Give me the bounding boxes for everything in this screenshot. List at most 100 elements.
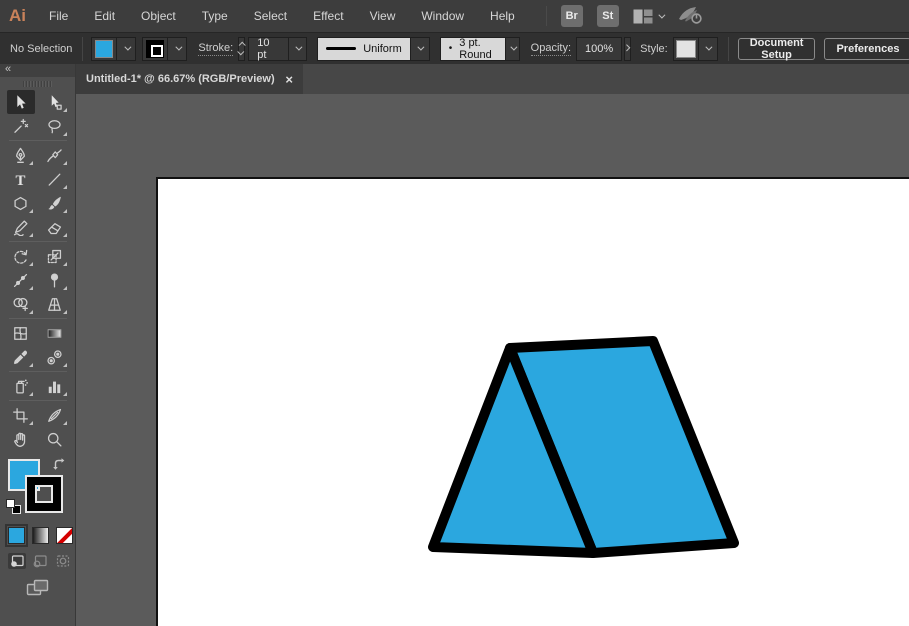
- tool-shape-builder[interactable]: [7, 292, 35, 316]
- tool-paintbrush[interactable]: [41, 191, 69, 215]
- document-tab[interactable]: Untitled-1* @ 66.67% (RGB/Preview) ×: [76, 64, 303, 94]
- draw-inside-button[interactable]: [54, 553, 72, 569]
- opacity-field[interactable]: 100%: [576, 37, 622, 61]
- tool-hand[interactable]: [7, 427, 35, 451]
- menu-item-select[interactable]: Select: [241, 0, 300, 32]
- tool-eraser[interactable]: [41, 215, 69, 239]
- chevron-down-icon: [510, 44, 517, 51]
- menu-item-help[interactable]: Help: [477, 0, 528, 32]
- tool-line-segment[interactable]: [41, 167, 69, 191]
- color-button[interactable]: [8, 527, 25, 544]
- workspace-switcher-icon: [633, 9, 653, 24]
- tool-puppet-warp[interactable]: [41, 268, 69, 292]
- swap-fill-stroke-icon[interactable]: [52, 457, 68, 478]
- chevron-down-icon: [706, 44, 713, 51]
- tool-pen[interactable]: [7, 143, 35, 167]
- width-profile-chevron[interactable]: [410, 38, 429, 60]
- tool-perspective-grid[interactable]: [41, 292, 69, 316]
- tool-shape[interactable]: [7, 191, 35, 215]
- tool-slice[interactable]: [41, 403, 69, 427]
- width-profile-thumbnail: [326, 47, 356, 50]
- fill-chevron[interactable]: [116, 38, 135, 60]
- workspace-switcher-button[interactable]: [633, 9, 663, 24]
- mesh-icon: [12, 325, 29, 342]
- launch-gpu-button[interactable]: [677, 5, 703, 28]
- menu-item-edit[interactable]: Edit: [81, 0, 128, 32]
- stroke-panel-link[interactable]: Stroke:: [198, 42, 233, 56]
- menubar-right: Br St: [546, 5, 703, 28]
- fill-swatch[interactable]: [95, 40, 113, 58]
- tool-direct-selection[interactable]: [41, 90, 69, 114]
- document-tab-title: Untitled-1* @ 66.67% (RGB/Preview): [86, 73, 279, 85]
- tools-panel-grip[interactable]: [0, 77, 75, 90]
- menu-item-file[interactable]: File: [36, 0, 81, 32]
- brush-chevron[interactable]: [505, 38, 519, 60]
- tool-artboard[interactable]: [7, 403, 35, 427]
- stroke-weight-dropdown[interactable]: 10 pt: [248, 37, 307, 61]
- tools-panel-header[interactable]: «: [0, 64, 75, 77]
- tool-eyedropper[interactable]: [7, 345, 35, 369]
- menu-item-window[interactable]: Window: [408, 0, 477, 32]
- document-setup-button[interactable]: Document Setup: [738, 38, 816, 60]
- tool-lasso[interactable]: [41, 114, 69, 138]
- opacity-panel-link[interactable]: Opacity:: [531, 42, 571, 56]
- menu-item-type[interactable]: Type: [189, 0, 241, 32]
- gradient-button[interactable]: [32, 527, 49, 544]
- variable-width-profile-dropdown[interactable]: Uniform: [317, 37, 430, 61]
- default-fill-stroke-icon[interactable]: [6, 499, 21, 514]
- menu-item-object[interactable]: Object: [128, 0, 189, 32]
- tool-column-graph[interactable]: [41, 374, 69, 398]
- stock-button[interactable]: St: [597, 5, 619, 27]
- change-screen-mode-button[interactable]: [26, 579, 50, 603]
- scale-icon: [46, 248, 63, 265]
- tool-shaper[interactable]: [7, 215, 35, 239]
- collapse-panel-icon[interactable]: «: [5, 63, 10, 75]
- style-swatch[interactable]: [676, 40, 696, 58]
- stroke-weight-chevron[interactable]: [288, 38, 306, 60]
- fill-color-dropdown[interactable]: [91, 37, 136, 61]
- stroke-color-dropdown[interactable]: [142, 37, 187, 61]
- tool-type[interactable]: T: [7, 167, 35, 191]
- stroke-weight-stepper[interactable]: [238, 37, 245, 61]
- tool-curvature[interactable]: [41, 143, 69, 167]
- tool-zoom[interactable]: [41, 427, 69, 451]
- tool-blend[interactable]: [41, 345, 69, 369]
- bridge-button[interactable]: Br: [561, 5, 583, 27]
- draw-behind-button[interactable]: [31, 553, 49, 569]
- menu-item-view[interactable]: View: [357, 0, 409, 32]
- divider: [546, 6, 547, 26]
- style-dropdown[interactable]: [673, 37, 718, 61]
- gpu-performance-icon: [677, 5, 703, 25]
- tool-symbol-sprayer[interactable]: [7, 374, 35, 398]
- tool-selection[interactable]: [7, 90, 35, 114]
- style-chevron[interactable]: [698, 38, 717, 60]
- tool-gradient[interactable]: [41, 321, 69, 345]
- chevron-right-icon: [623, 44, 630, 51]
- hand-icon: [12, 431, 29, 448]
- artboard[interactable]: [156, 177, 909, 626]
- stroke-swatch[interactable]: [146, 40, 164, 58]
- svg-text:T: T: [16, 172, 26, 187]
- preferences-button[interactable]: Preferences: [824, 38, 909, 60]
- gradient-icon: [46, 325, 63, 342]
- stroke-proxy-swatch[interactable]: [27, 477, 61, 511]
- control-bar: No Selection Stroke: 10 pt Uniform •: [0, 32, 909, 64]
- stroke-weight-value[interactable]: 10 pt: [249, 37, 288, 61]
- menu-item-effect[interactable]: Effect: [300, 0, 356, 32]
- none-button[interactable]: [56, 527, 73, 544]
- drawing-mode-buttons: [8, 553, 75, 569]
- close-tab-icon[interactable]: ×: [285, 72, 293, 87]
- stroke-chevron[interactable]: [167, 38, 186, 60]
- opacity-options-button[interactable]: [624, 37, 631, 61]
- brush-definition-dropdown[interactable]: • 3 pt. Round: [440, 37, 520, 61]
- opacity-value[interactable]: 100%: [577, 43, 621, 55]
- tool-mesh[interactable]: [7, 321, 35, 345]
- brush-thumbnail: •: [449, 43, 453, 54]
- tool-width[interactable]: [7, 268, 35, 292]
- eyedropper-icon: [12, 349, 29, 366]
- tool-magic-wand[interactable]: [7, 114, 35, 138]
- draw-normal-button[interactable]: [8, 553, 26, 569]
- tool-rotate[interactable]: [7, 244, 35, 268]
- canvas[interactable]: [76, 94, 909, 626]
- tool-scale[interactable]: [41, 244, 69, 268]
